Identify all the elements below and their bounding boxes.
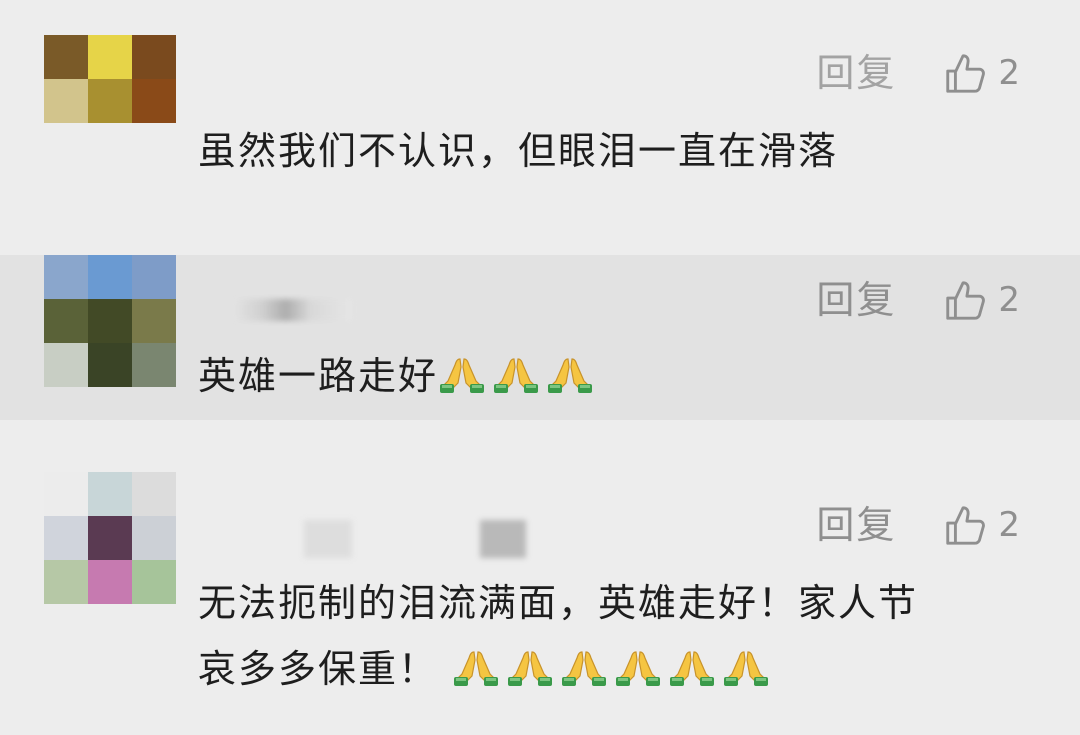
avatar-pixel bbox=[88, 343, 132, 387]
comment-actions: 回复 2 bbox=[816, 275, 1020, 325]
thumbs-up-icon bbox=[946, 281, 986, 320]
reply-button[interactable]: 回复 bbox=[816, 500, 896, 550]
avatar-pixel bbox=[44, 516, 88, 560]
folded-hands-icon bbox=[616, 651, 661, 686]
comment-text-line2: 哀多多保重！ bbox=[198, 647, 439, 691]
avatar-pixel bbox=[44, 560, 88, 604]
folded-hands-icon bbox=[724, 651, 769, 686]
emoji-group bbox=[452, 647, 776, 691]
comment-text-content: 英雄一路走好 bbox=[198, 354, 439, 398]
comment-item-3: 回复 2 无法扼制的泪流满面，英雄走好！家人节 哀多多保重！ bbox=[0, 420, 1080, 735]
avatar-pixel bbox=[44, 35, 88, 79]
like-button[interactable]: 2 bbox=[942, 48, 1020, 98]
comment-text: 无法扼制的泪流满面，英雄走好！家人节 哀多多保重！ bbox=[198, 570, 1028, 702]
avatar-pixel bbox=[132, 343, 176, 387]
avatar-pixel bbox=[132, 472, 176, 516]
avatar-pixel bbox=[44, 255, 88, 299]
avatar-pixel bbox=[132, 560, 176, 604]
comment-text-line1: 无法扼制的泪流满面，英雄走好！家人节 bbox=[198, 581, 919, 625]
avatar-pixel bbox=[132, 516, 176, 560]
folded-hands-icon bbox=[562, 651, 607, 686]
avatar[interactable] bbox=[44, 35, 176, 123]
folded-hands-icon bbox=[670, 651, 715, 686]
like-button[interactable]: 2 bbox=[942, 275, 1020, 325]
username-redacted bbox=[480, 520, 526, 558]
folded-hands-icon bbox=[548, 358, 593, 393]
like-count: 2 bbox=[998, 505, 1020, 545]
avatar-pixel bbox=[88, 299, 132, 343]
avatar-pixel bbox=[88, 79, 132, 123]
avatar-pixel bbox=[44, 299, 88, 343]
comment-item-1: 回复 2 虽然我们不认识，但眼泪一直在滑落 bbox=[0, 0, 1080, 240]
avatar-pixel bbox=[88, 516, 132, 560]
comment-item-2: 回复 2 英雄一路走好 bbox=[0, 255, 1080, 420]
like-button[interactable]: 2 bbox=[942, 500, 1020, 550]
avatar-pixel bbox=[88, 255, 132, 299]
username-redacted bbox=[232, 299, 352, 321]
folded-hands-icon bbox=[454, 651, 499, 686]
avatar-pixel bbox=[88, 560, 132, 604]
avatar-pixel bbox=[44, 79, 88, 123]
comment-text: 虽然我们不认识，但眼泪一直在滑落 bbox=[198, 129, 839, 173]
reply-button[interactable]: 回复 bbox=[816, 48, 896, 98]
avatar-pixel bbox=[132, 299, 176, 343]
like-count: 2 bbox=[998, 53, 1020, 93]
avatar[interactable] bbox=[44, 255, 176, 387]
folded-hands-icon bbox=[508, 651, 553, 686]
avatar-pixel bbox=[44, 343, 88, 387]
avatar-pixel bbox=[88, 472, 132, 516]
avatar-pixel bbox=[44, 472, 88, 516]
like-count: 2 bbox=[998, 280, 1020, 320]
avatar-pixel bbox=[88, 35, 132, 79]
folded-hands-icon bbox=[440, 358, 485, 393]
comment-actions: 回复 2 bbox=[816, 500, 1020, 550]
comment-actions: 回复 2 bbox=[816, 48, 1020, 98]
avatar-pixel bbox=[132, 255, 176, 299]
avatar-pixel bbox=[132, 35, 176, 79]
thumbs-up-icon bbox=[946, 506, 986, 545]
avatar[interactable] bbox=[44, 472, 176, 604]
username-redacted bbox=[304, 520, 352, 558]
emoji-group bbox=[438, 354, 600, 398]
folded-hands-icon bbox=[494, 358, 539, 393]
thumbs-up-icon bbox=[946, 54, 986, 93]
comment-text: 英雄一路走好 bbox=[198, 347, 1028, 405]
avatar-pixel bbox=[132, 79, 176, 123]
reply-button[interactable]: 回复 bbox=[816, 275, 896, 325]
